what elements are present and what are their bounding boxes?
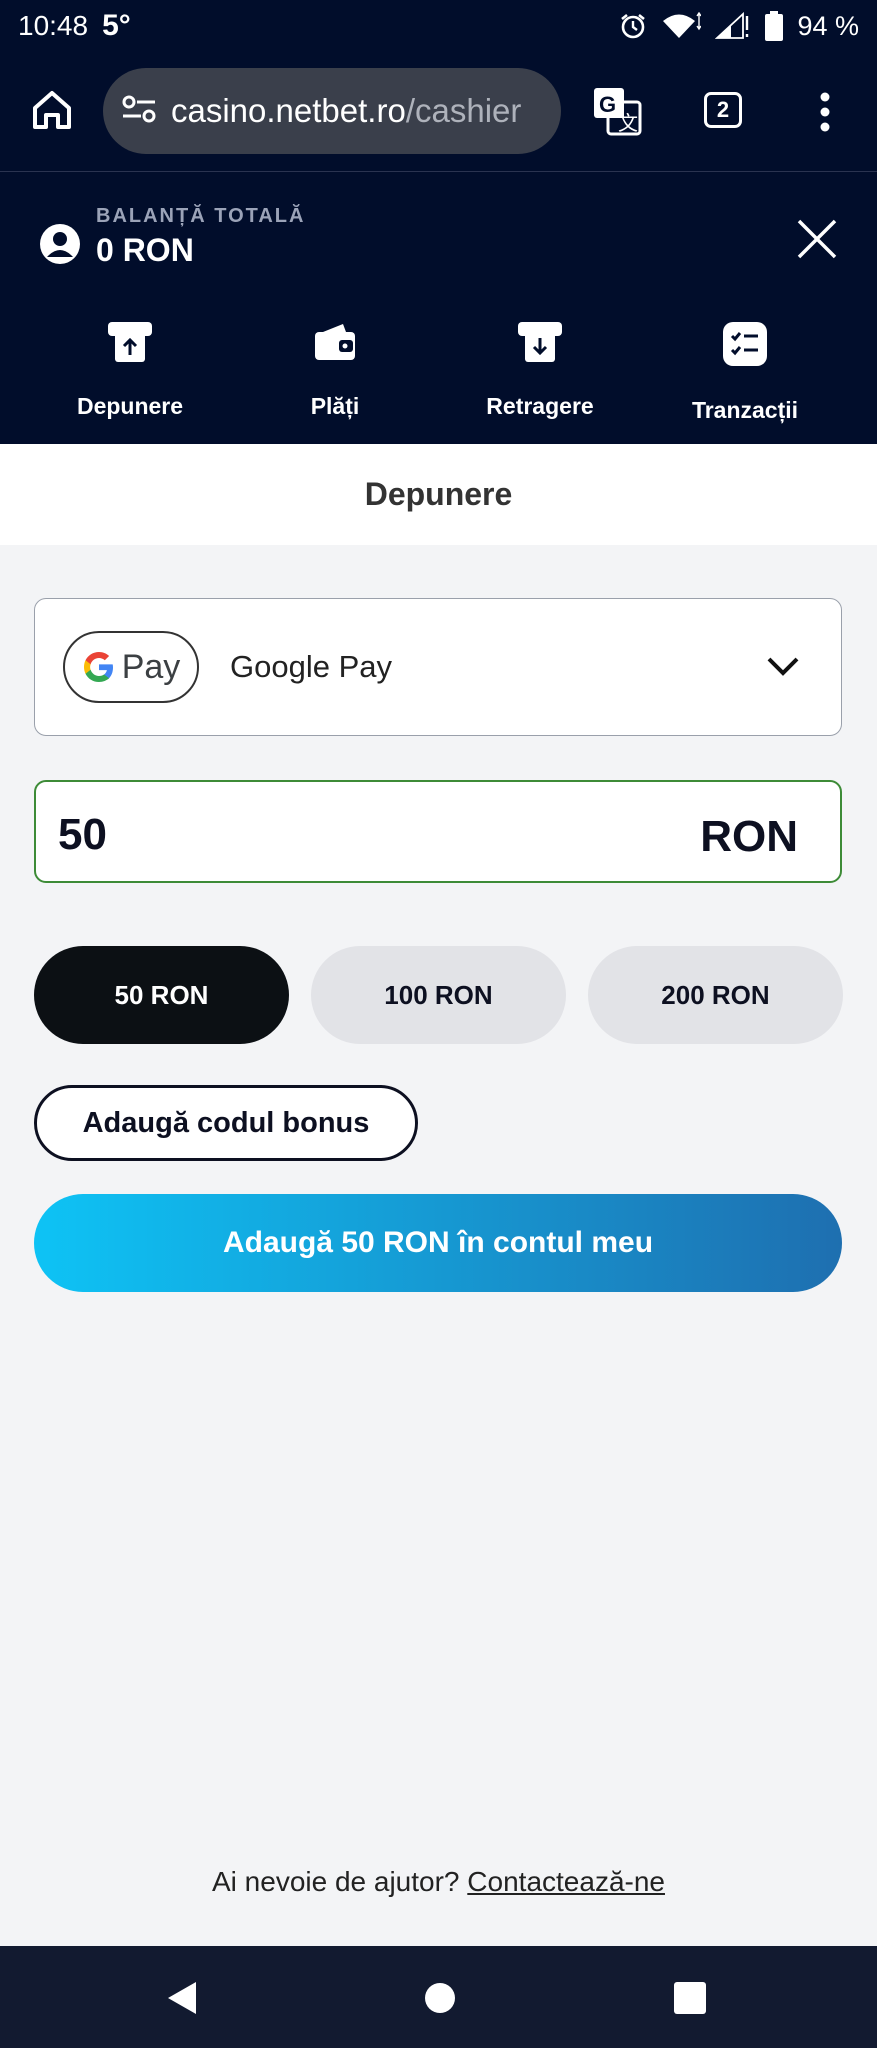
status-temperature: 5° [102,9,131,42]
google-pay-logo-text: Pay [121,647,181,686]
nav-payments-label: Plăți [310,393,360,419]
alarm-icon [619,12,647,40]
nav-transactions-label: Tranzacții [691,397,799,423]
nav-deposit[interactable]: Depunere [30,322,230,420]
site-settings-icon[interactable] [121,93,157,130]
page-title: Depunere [364,476,513,512]
svg-text:文: 文 [618,111,638,135]
google-g-icon [83,652,113,682]
status-bar: 10:48 5° 94 % [0,0,877,52]
nav-transactions[interactable]: Tranzacții [645,322,845,424]
amount-value: 50 [58,810,107,859]
system-navigation-bar [0,1946,877,2048]
balance-label: BALANȚĂ TOTALĂ [96,205,306,227]
signal-icon [715,12,751,40]
quick-amount-100-button[interactable]: 100 RON [311,946,566,1044]
transactions-icon [645,322,845,371]
nav-payments[interactable]: Plăți [235,322,435,420]
chevron-down-icon [765,651,801,686]
user-avatar-icon [38,222,82,271]
battery-level: 94 % [797,10,859,41]
quick-amount-200-button[interactable]: 200 RON [588,946,843,1044]
deposit-icon [30,322,230,367]
close-icon[interactable] [796,218,838,265]
recent-apps-icon[interactable] [674,1982,706,2019]
payment-method-dropdown[interactable]: Pay Google Pay [34,598,842,736]
contact-link[interactable]: Contactează-ne [467,1866,665,1897]
amount-currency: RON [700,812,798,861]
svg-text:G: G [599,92,616,117]
google-pay-logo: Pay [63,631,199,703]
add-bonus-code-button[interactable]: Adaugă codul bonus [34,1085,418,1161]
deposit-submit-button[interactable]: Adaugă 50 RON în contul meu [34,1194,842,1292]
title-strip: Depunere [0,444,877,545]
amount-input[interactable]: 50 RON [34,780,842,883]
balance-value: 0 RON [96,232,194,268]
home-icon[interactable] [30,88,74,137]
tab-switcher-button[interactable]: 2 [704,92,742,128]
translate-icon[interactable]: G文 [592,86,642,141]
payment-method-name: Google Pay [230,649,392,684]
nav-withdraw[interactable]: Retragere [440,322,640,420]
battery-icon [765,11,784,41]
url-host: casino.netbet.ro [171,92,406,129]
wifi-icon [661,12,702,40]
withdraw-icon [440,322,640,367]
home-circle-icon[interactable] [424,1982,456,2019]
back-icon[interactable] [166,1980,198,2021]
quick-amount-50-button[interactable]: 50 RON [34,946,289,1044]
nav-withdraw-label: Retragere [486,393,594,419]
cashier-header: BALANȚĂ TOTALĂ 0 RON Depunere Plăți Retr… [0,172,877,444]
browser-toolbar: casino.netbet.ro/cashier G文 2 [0,52,877,172]
nav-deposit-label: Depunere [76,393,184,419]
help-line: Ai nevoie de ajutor? Contactează-ne [0,1866,877,1898]
status-indicators: 94 % [619,11,859,42]
more-menu-icon[interactable] [818,92,832,137]
help-text: Ai nevoie de ajutor? [212,1866,460,1897]
status-time: 10:48 [18,10,89,41]
wallet-icon [235,322,435,367]
url-path: /cashier [405,92,522,129]
address-bar[interactable]: casino.netbet.ro/cashier [103,68,561,154]
